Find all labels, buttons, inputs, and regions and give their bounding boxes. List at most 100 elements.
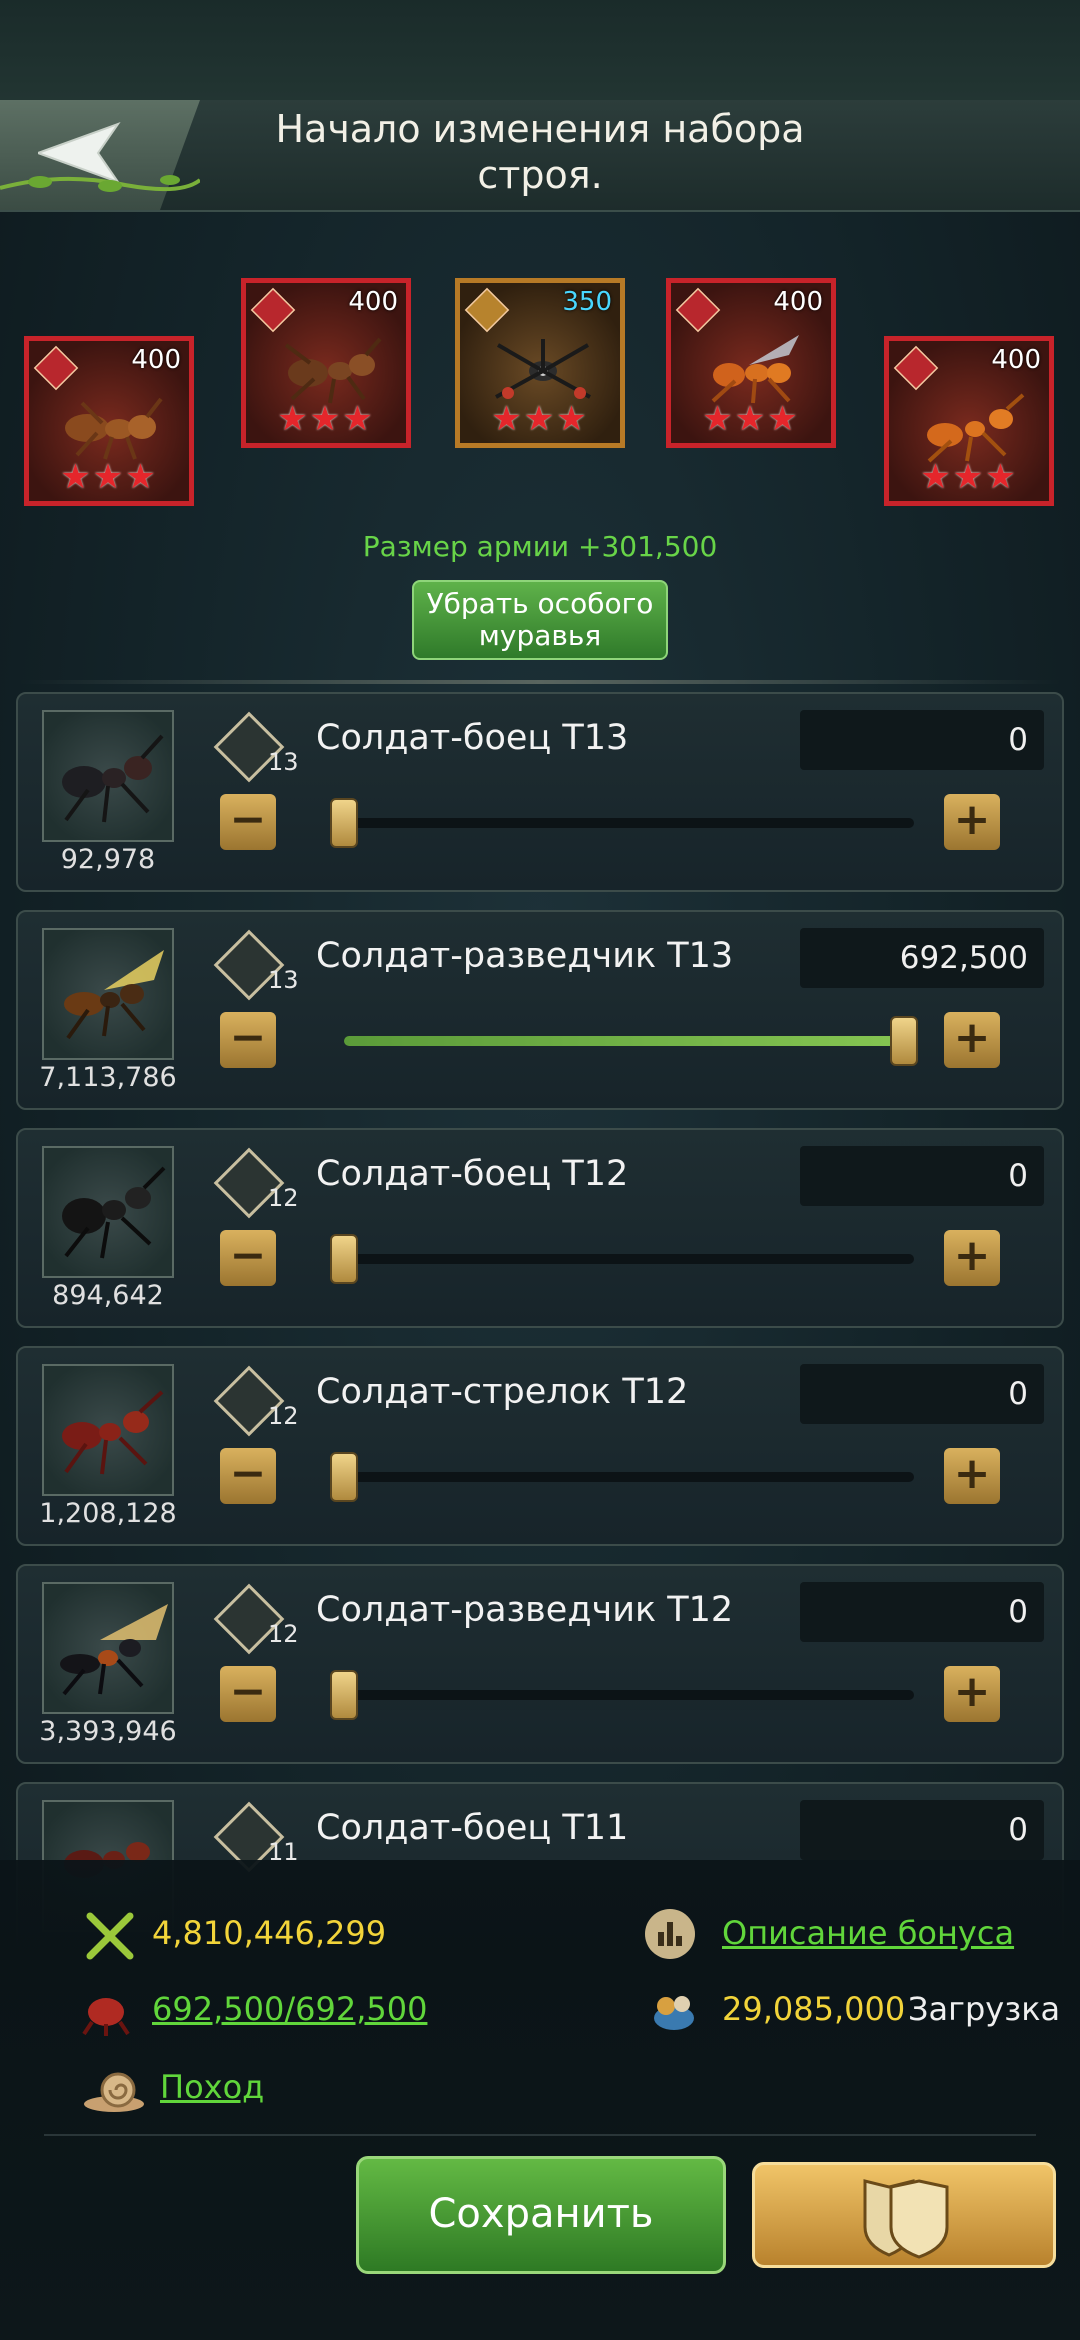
march-link[interactable]: Поход	[160, 2068, 264, 2106]
bonus-description-link[interactable]: Описание бонуса	[722, 1914, 1014, 1952]
troop-portrait	[42, 928, 174, 1060]
increase-button[interactable]: +	[944, 1448, 1000, 1504]
troop-portrait	[42, 710, 174, 842]
slider-handle[interactable]	[330, 1452, 358, 1502]
divider	[20, 680, 1060, 684]
remove-special-ant-button[interactable]: Убрать особого муравья	[412, 580, 668, 660]
quantity-slider[interactable]	[344, 1016, 918, 1066]
card-level: 400	[348, 287, 398, 317]
power-value: 4,810,446,299	[152, 1914, 387, 1952]
troop-type-badge: 13	[213, 711, 299, 783]
troop-quantity-input[interactable]: 0	[800, 1364, 1044, 1424]
troop-available: 894,642	[52, 1280, 164, 1311]
winged-ant-icon	[64, 950, 164, 1040]
ant-icon	[62, 1166, 166, 1259]
ant-icon	[711, 335, 799, 404]
increase-button[interactable]: +	[944, 1230, 1000, 1286]
slider-handle[interactable]	[890, 1016, 918, 1066]
decrease-button[interactable]: −	[220, 1666, 276, 1722]
winged-ant-icon	[60, 1604, 168, 1696]
troop-type-badge: 13	[213, 929, 299, 1001]
troop-row: 7,113,786 13 Солдат-разведчик T13 692,50…	[16, 910, 1064, 1110]
snail-icon	[84, 2072, 144, 2112]
card-stars: ★★★	[60, 457, 158, 497]
troop-row: 894,642 12 Солдат-боец T12 0 − +	[16, 1128, 1064, 1328]
troop-type-badge: 12	[213, 1583, 299, 1655]
crossed-swords-icon	[86, 1912, 134, 1960]
troop-quantity-input[interactable]: 0	[800, 1582, 1044, 1642]
troop-available: 3,393,946	[39, 1716, 177, 1747]
card-stars: ★★★	[920, 457, 1018, 497]
troop-quantity-input[interactable]: 692,500	[800, 928, 1044, 988]
troop-available: 92,978	[60, 844, 156, 875]
ant-icon	[62, 734, 164, 823]
troop-quantity-input[interactable]: 0	[800, 1146, 1044, 1206]
decrease-button[interactable]: −	[220, 1012, 276, 1068]
increase-button[interactable]: +	[944, 1666, 1000, 1722]
slider-handle[interactable]	[330, 798, 358, 848]
special-ant-card-5[interactable]: 400 ★★★	[884, 336, 1054, 506]
quantity-slider[interactable]	[330, 798, 914, 848]
save-button[interactable]: Сохранить	[356, 2156, 726, 2274]
special-ant-card-2[interactable]: 400 ★★★	[241, 278, 411, 448]
load-label: Загрузка	[908, 1990, 1061, 2028]
ant-icon	[495, 339, 591, 399]
troop-available: 1,208,128	[39, 1498, 177, 1529]
slider-handle[interactable]	[330, 1670, 358, 1720]
skill-icon	[893, 345, 939, 391]
card-stars: ★★★	[491, 399, 589, 439]
card-level: 350	[562, 287, 612, 317]
troop-portrait	[42, 1146, 174, 1278]
troop-type-badge: 12	[213, 1147, 299, 1219]
defense-formation-button[interactable]	[752, 2162, 1056, 2268]
troop-name: Солдат-разведчик T13	[316, 936, 734, 976]
bar-chart-icon	[645, 1909, 695, 1959]
troop-name: Солдат-боец T11	[316, 1808, 629, 1848]
card-level: 400	[991, 345, 1041, 375]
skill-icon	[250, 287, 296, 333]
special-ant-card-4[interactable]: 400 ★★★	[666, 278, 836, 448]
card-level: 400	[773, 287, 823, 317]
troop-quantity-input[interactable]: 0	[800, 710, 1044, 770]
decrease-button[interactable]: −	[220, 1230, 276, 1286]
card-stars: ★★★	[702, 399, 800, 439]
troops-icon	[82, 1998, 130, 2036]
quantity-slider[interactable]	[330, 1234, 914, 1284]
load-resources-icon	[654, 1996, 694, 2030]
quantity-slider[interactable]	[330, 1452, 914, 1502]
ant-icon	[62, 1390, 164, 1475]
increase-button[interactable]: +	[944, 1012, 1000, 1068]
special-ant-card-1[interactable]: 400 ★★★	[24, 336, 194, 506]
troop-available: 7,113,786	[39, 1062, 177, 1093]
skill-icon	[675, 287, 721, 333]
top-decor-strip	[0, 0, 1080, 100]
quantity-slider[interactable]	[330, 1670, 914, 1720]
troop-name: Солдат-боец T12	[316, 1154, 629, 1194]
troop-row: 3,393,946 12 Солдат-разведчик T12 0 − +	[16, 1564, 1064, 1764]
slider-fill	[344, 1036, 904, 1046]
skill-icon	[464, 287, 510, 333]
ant-icon	[284, 337, 382, 404]
troop-type-badge: 11	[213, 1801, 299, 1873]
slider-handle[interactable]	[330, 1234, 358, 1284]
troop-row: 92,978 13 Солдат-боец T13 0 − +	[16, 692, 1064, 892]
troop-portrait	[42, 1364, 174, 1496]
army-size-text: Размер армии +301,500	[362, 530, 718, 563]
troop-quantity-input[interactable]: 0	[800, 1800, 1044, 1860]
special-ant-card-3[interactable]: 350 ★★★	[455, 278, 625, 448]
card-level: 400	[131, 345, 181, 375]
decrease-button[interactable]: −	[220, 1448, 276, 1504]
page-title: Начало изменения набора строя.	[275, 107, 805, 197]
divider	[44, 2134, 1036, 2136]
troop-row: 1,208,128 12 Солдат-стрелок T12 0 − +	[16, 1346, 1064, 1546]
load-value: 29,085,000	[722, 1990, 906, 2028]
shields-icon	[863, 2179, 949, 2259]
decrease-button[interactable]: −	[220, 794, 276, 850]
increase-button[interactable]: +	[944, 794, 1000, 850]
ant-icon	[65, 397, 163, 460]
vine-decoration	[0, 175, 200, 192]
troops-count-link[interactable]: 692,500/692,500	[152, 1990, 427, 2028]
troop-type-badge: 12	[213, 1365, 299, 1437]
ant-icon	[927, 393, 1025, 463]
card-stars: ★★★	[277, 399, 375, 439]
